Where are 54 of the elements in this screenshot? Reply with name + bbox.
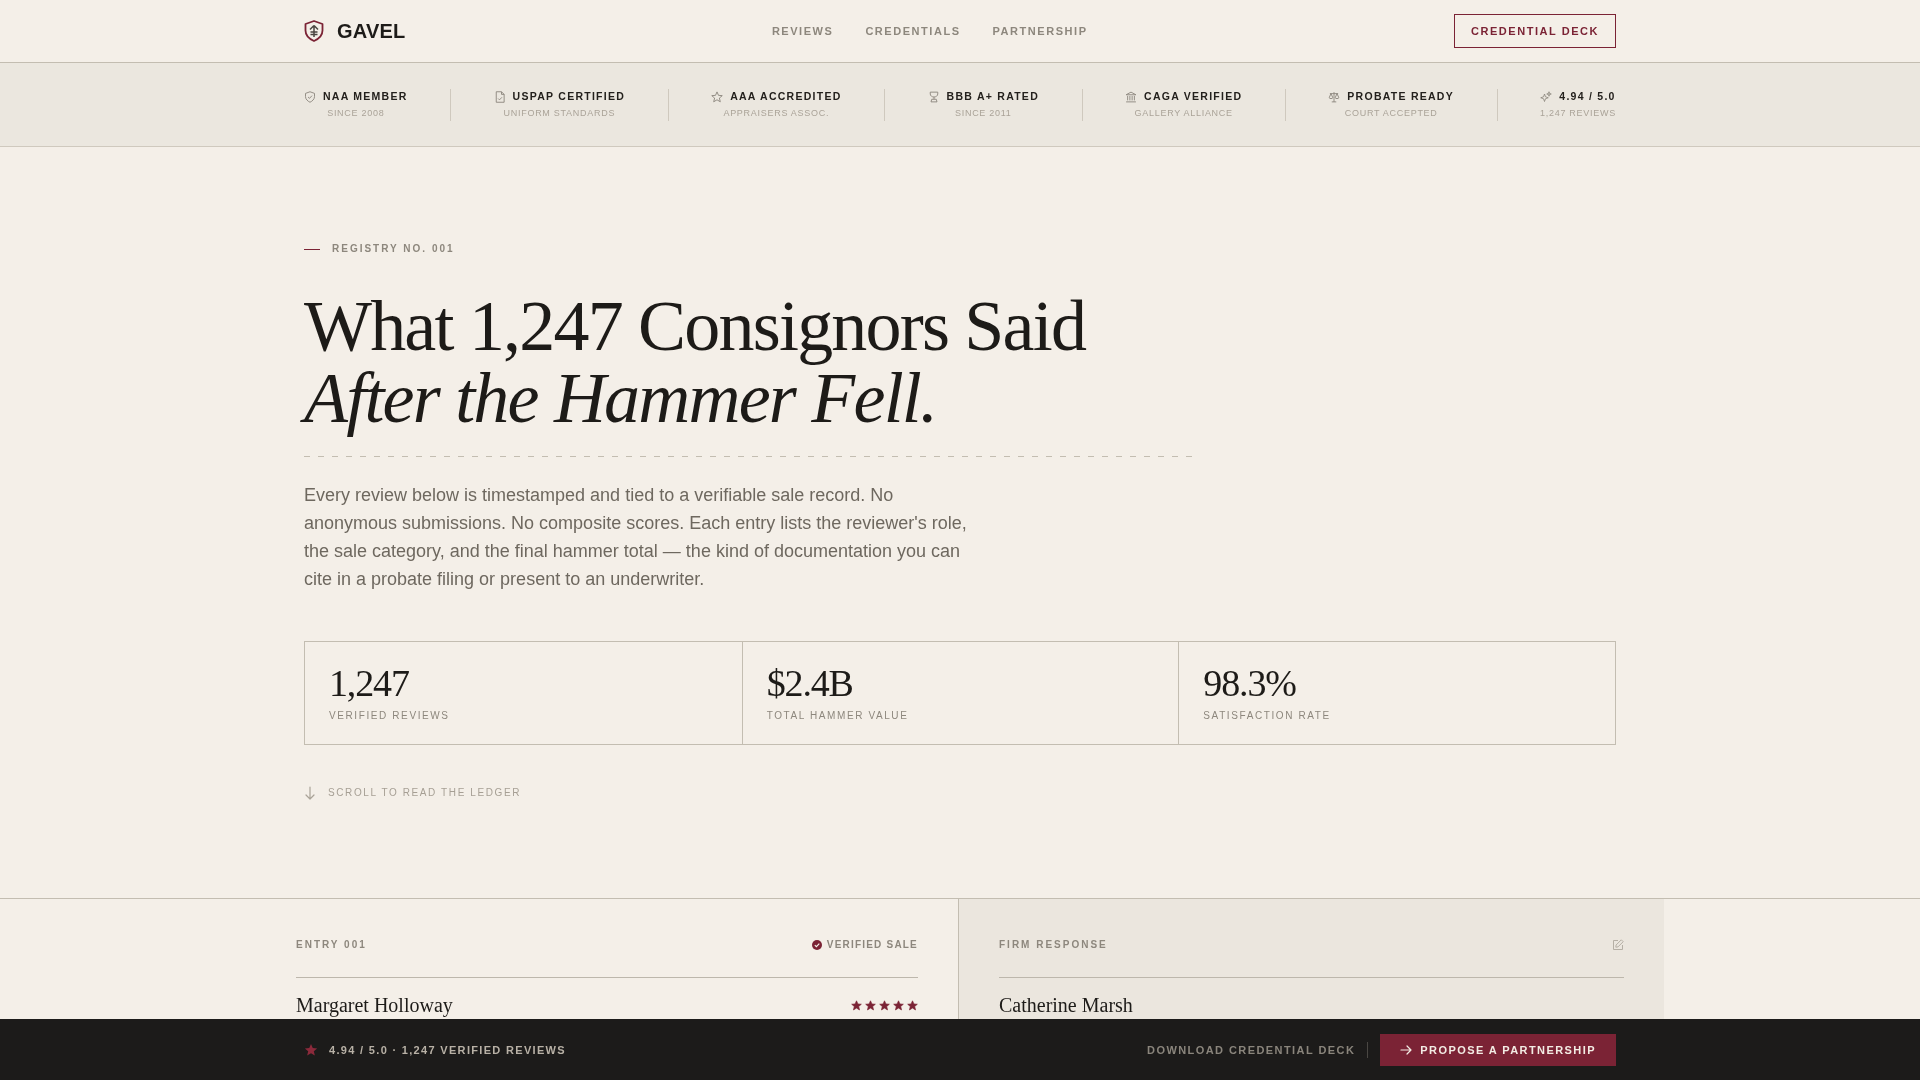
star-icon [879,999,890,1011]
star-icon [304,1042,318,1057]
credential-title: NAA MEMBER [323,90,408,103]
credential-title: USPAP CERTIFIED [512,90,626,103]
nav-link[interactable]: CREDENTIALS [865,25,961,37]
down-arrow-icon [304,786,316,800]
credential-title: CAGA VERIFIED [1144,90,1243,103]
credential-title: BBB A+ RATED [946,90,1039,103]
star-icon [865,999,876,1011]
trophy-icon [927,90,940,103]
arrow-right-icon [1400,1043,1413,1056]
download-deck-link[interactable]: DOWNLOAD CREDENTIAL DECK [1147,1043,1356,1056]
intro-paragraph: Every review below is timestamped and tied to a verifiable sale record. No anonymous submissions. No composite scores. Each entry lists the reviewer's role, the sale category, and the final hammer total — the kind of documentation you can cite in a probate filing or present to an underwriter. [304,484,968,591]
shield-check-icon [304,90,316,103]
edit-icon[interactable] [1612,939,1624,951]
scroll-hint: SCROLL TO READ THE LEDGER [328,787,521,799]
credential-title: AAA ACCREDITED [730,90,842,103]
response-label: FIRM RESPONSE [999,939,1108,951]
shield-logo-icon [304,20,324,42]
credential-deck-button[interactable]: CREDENTIAL DECK [1454,14,1616,48]
credential-subtitle: SINCE 2011 [955,108,1012,119]
credential-subtitle: UNIFORM STANDARDS [503,108,616,119]
document-check-icon [493,90,506,103]
star-outline-icon [711,90,724,103]
stat-label: TOTAL HAMMER VALUE [766,710,909,722]
verified-sale-label: VERIFIED SALE [826,939,918,951]
credential-title: 4.94 / 5.0 [1559,90,1616,103]
nav-link[interactable]: REVIEWS [771,25,834,37]
star-icon [893,999,904,1011]
responder-name: Catherine Marsh [999,994,1133,1016]
star-icon [851,999,862,1011]
rating-summary: 4.94 / 5.0 · 1,247 VERIFIED REVIEWS [329,1043,566,1056]
scales-icon [1328,90,1341,103]
sparkles-icon [1540,90,1553,103]
reviewer-name: Margaret Holloway [296,994,453,1016]
stat-label: VERIFIED REVIEWS [329,710,450,722]
credential-title: PROBATE READY [1347,90,1454,103]
stat-label: SATISFACTION RATE [1203,710,1331,722]
credential-subtitle: APPRAISERS ASSOC. [723,108,830,119]
credential-subtitle: COURT ACCEPTED [1344,108,1438,119]
stat-value: $2.4B [766,662,853,704]
stat-value: 1,247 [329,662,409,704]
nav-link[interactable]: PARTNERSHIP [992,25,1088,37]
brand-name: GAVEL [337,19,406,43]
credential-subtitle: SINCE 2008 [327,108,385,119]
star-icon [907,999,918,1011]
propose-partnership-button[interactable]: PROPOSE A PARTNERSHIP [1380,1033,1616,1066]
bank-building-icon [1125,90,1138,103]
stat-value: 98.3% [1203,662,1296,704]
verified-check-icon [811,940,822,950]
registry-label: REGISTRY NO. 001 [332,243,455,255]
credential-subtitle: GALLERY ALLIANCE [1134,108,1233,119]
entry-label: ENTRY 001 [296,939,367,951]
credential-subtitle: 1,247 REVIEWS [1540,108,1616,119]
